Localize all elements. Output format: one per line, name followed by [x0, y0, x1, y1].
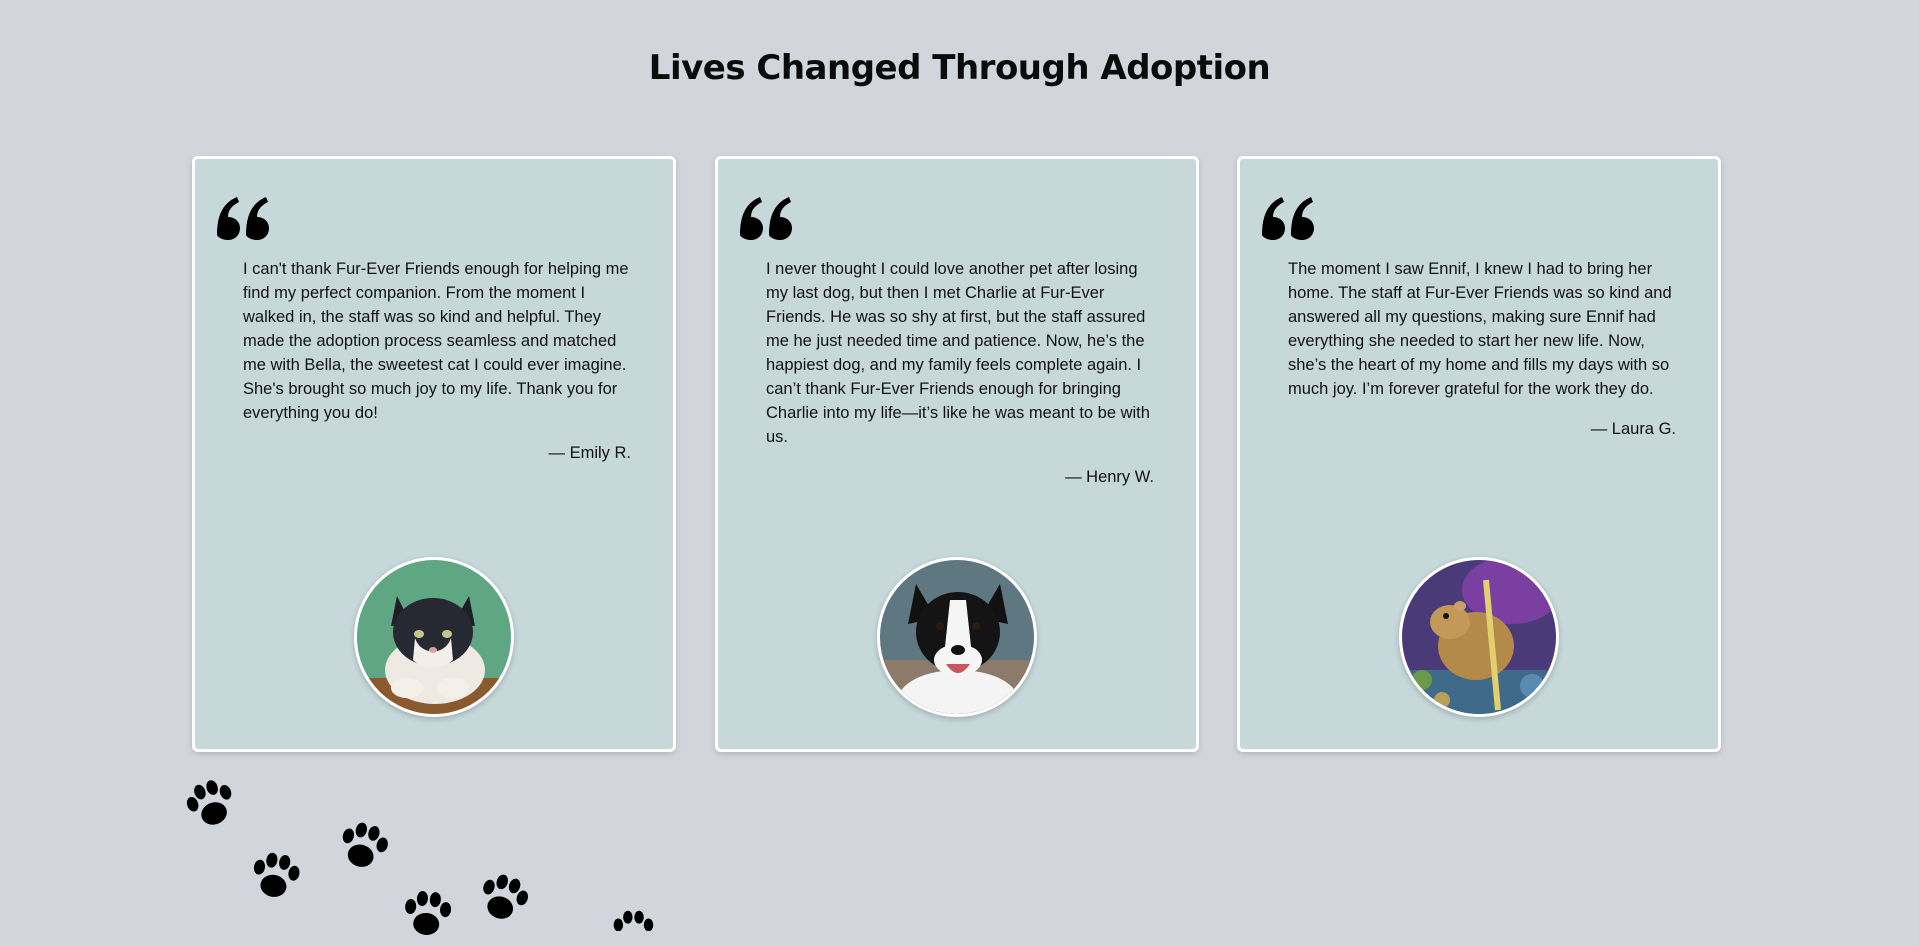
cat-avatar: [354, 557, 514, 717]
paw-print-icon: [613, 910, 654, 931]
testimonial-author: — Henry W.: [1065, 468, 1154, 486]
dog-avatar: [877, 557, 1037, 717]
cat-photo: [357, 560, 511, 714]
quote-icon: [1262, 197, 1314, 240]
hamster-photo: [1402, 560, 1556, 714]
testimonial-card: I never thought I could love another pet…: [715, 156, 1199, 752]
hamster-avatar: [1399, 557, 1559, 717]
testimonial-author: — Emily R.: [548, 444, 632, 462]
testimonial-author: — Laura G.: [1590, 420, 1676, 438]
paw-print-icon: [483, 874, 529, 919]
testimonial-card: I can't thank Fur-Ever Friends enough fo…: [192, 156, 676, 752]
paw-print-icon: [342, 822, 388, 867]
paw-print-icon: [186, 780, 232, 825]
testimonial-quote: The moment I saw Ennif, I knew I had to …: [1288, 257, 1678, 441]
page-title: Lives Changed Through Adoption: [648, 48, 1271, 88]
paw-print-icon: [253, 852, 300, 897]
testimonial-card: The moment I saw Ennif, I knew I had to …: [1237, 156, 1721, 752]
quote-icon: [740, 197, 792, 240]
dog-photo: [880, 560, 1034, 714]
testimonial-quote: I can't thank Fur-Ever Friends enough fo…: [243, 257, 633, 465]
testimonial-quote: I never thought I could love another pet…: [766, 257, 1156, 489]
paw-print-icon: [405, 891, 452, 935]
quote-icon: [217, 197, 269, 240]
